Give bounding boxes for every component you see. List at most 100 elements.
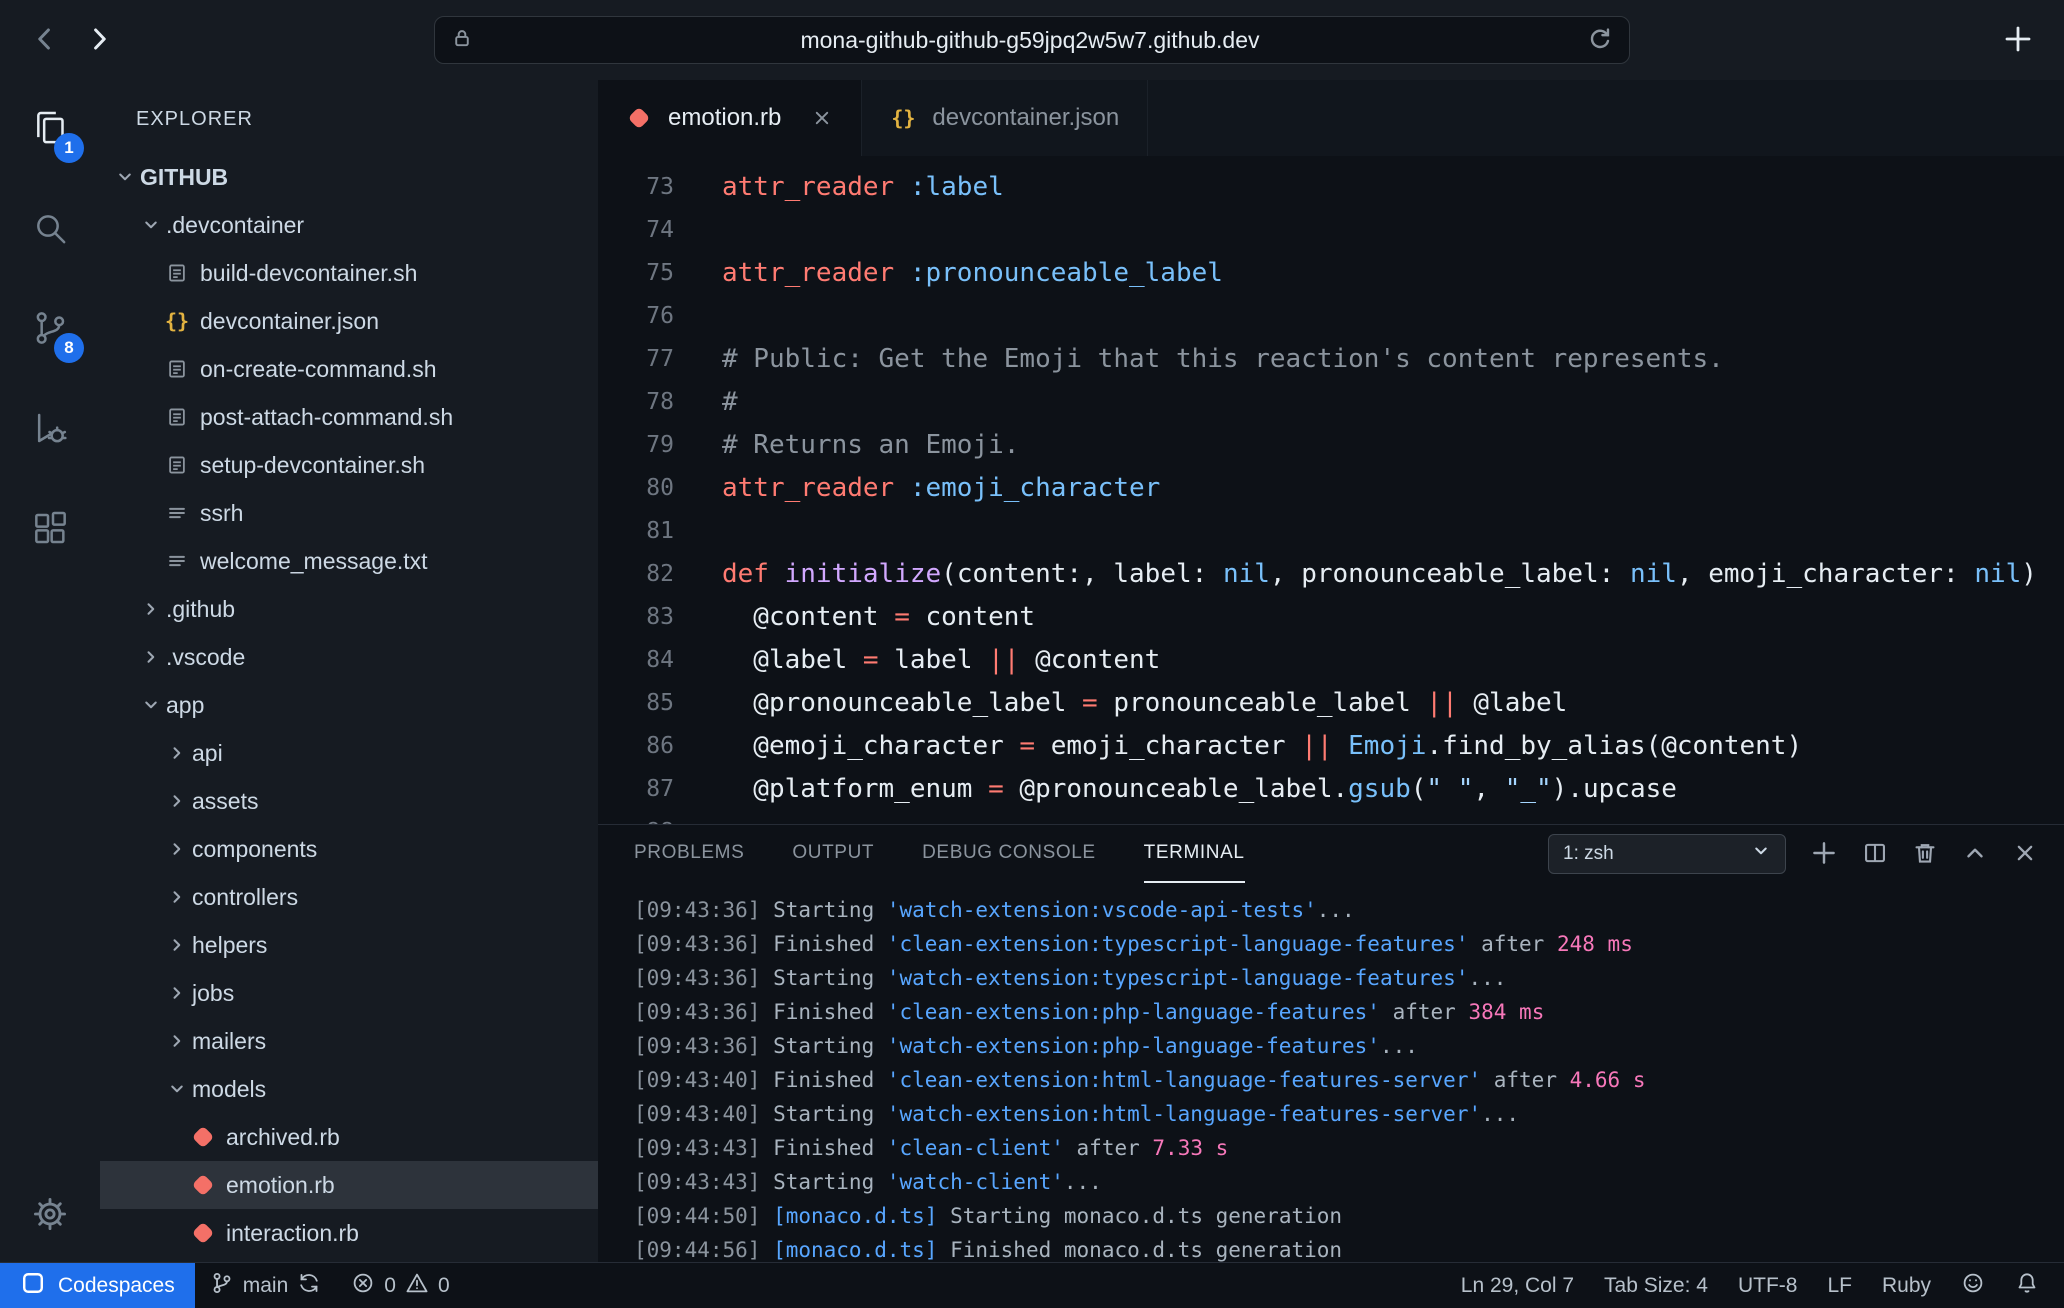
notifications-button[interactable] bbox=[2000, 1263, 2054, 1308]
tree-folder-app[interactable]: app bbox=[100, 681, 598, 729]
close-panel-button[interactable] bbox=[2012, 840, 2038, 869]
status-bar: Codespaces main 0 0 Ln 29, Col 7 Tab Siz… bbox=[0, 1262, 2064, 1308]
line-number: 87 bbox=[598, 768, 674, 811]
terminal-line: [09:43:43] Finished 'clean-client' after… bbox=[634, 1131, 2064, 1165]
code-line-73: 73attr_reader :label bbox=[598, 166, 2064, 209]
settings-button[interactable] bbox=[26, 1192, 74, 1240]
tree-item-label: jobs bbox=[192, 980, 234, 1007]
tree-folder-github[interactable]: .github bbox=[100, 585, 598, 633]
smiley-icon bbox=[1961, 1271, 1985, 1301]
panel-tab-problems[interactable]: PROBLEMS bbox=[634, 825, 744, 883]
kill-terminal-button[interactable] bbox=[1912, 840, 1938, 869]
bottom-panel: PROBLEMS OUTPUT DEBUG CONSOLE TERMINAL 1: z… bbox=[598, 824, 2064, 1262]
code-editor[interactable]: 73attr_reader :label7475attr_reader :pro… bbox=[598, 156, 2064, 824]
tree-folder-helpers[interactable]: helpers bbox=[100, 921, 598, 969]
code-lines: 73attr_reader :label7475attr_reader :pro… bbox=[598, 166, 2064, 824]
git-branch-icon bbox=[210, 1271, 234, 1301]
tree-file-ssrh[interactable]: ssrh bbox=[100, 489, 598, 537]
feedback-button[interactable] bbox=[1946, 1263, 2000, 1308]
tree-file-build-devcontainer-sh[interactable]: build-devcontainer.sh bbox=[100, 249, 598, 297]
extensions-view-button[interactable] bbox=[26, 506, 74, 554]
codespaces-indicator[interactable]: Codespaces bbox=[0, 1263, 195, 1308]
error-count: 0 bbox=[384, 1274, 396, 1298]
extensions-icon bbox=[30, 508, 70, 553]
tree-file-setup-devcontainer-sh[interactable]: setup-devcontainer.sh bbox=[100, 441, 598, 489]
tree-file-on-create-command-sh[interactable]: on-create-command.sh bbox=[100, 345, 598, 393]
split-terminal-button[interactable] bbox=[1862, 840, 1888, 869]
code-line-88: 88 bbox=[598, 811, 2064, 824]
source-control-badge: 8 bbox=[54, 333, 84, 363]
line-number: 74 bbox=[598, 209, 674, 252]
tree-item-label: helpers bbox=[192, 932, 267, 959]
chevron-right-icon bbox=[136, 599, 166, 619]
back-button[interactable] bbox=[30, 24, 60, 57]
tree-item-label: GITHUB bbox=[140, 164, 228, 191]
line-number: 81 bbox=[598, 510, 674, 553]
ruby-file-icon bbox=[188, 1225, 218, 1241]
ruby-file-icon bbox=[626, 110, 652, 126]
terminal-output[interactable]: [09:43:36] Starting 'watch-extension:vsc… bbox=[598, 883, 2064, 1262]
panel-tab-debug-console[interactable]: DEBUG CONSOLE bbox=[922, 825, 1096, 883]
indentation-indicator[interactable]: Tab Size: 4 bbox=[1589, 1263, 1723, 1308]
tree-folder-components[interactable]: components bbox=[100, 825, 598, 873]
tree-file-emotion-rb[interactable]: emotion.rb bbox=[100, 1161, 598, 1209]
tab-devcontainer-json[interactable]: {}devcontainer.json bbox=[862, 80, 1148, 156]
problems-indicator[interactable]: 0 0 bbox=[336, 1263, 464, 1308]
tree-folder-controllers[interactable]: controllers bbox=[100, 873, 598, 921]
cursor-position[interactable]: Ln 29, Col 7 bbox=[1446, 1263, 1589, 1308]
url-bar[interactable]: mona-github-github-g59jpq2w5w7.github.de… bbox=[434, 16, 1630, 64]
close-tab-button[interactable] bbox=[811, 107, 833, 129]
tree-folder-vscode[interactable]: .vscode bbox=[100, 633, 598, 681]
plus-icon bbox=[1810, 839, 1838, 870]
editor-tabs: emotion.rb{}devcontainer.json bbox=[598, 80, 2064, 156]
tree-folder-mailers[interactable]: mailers bbox=[100, 1017, 598, 1065]
branch-name: main bbox=[243, 1274, 289, 1298]
shell-select-value: 1: zsh bbox=[1563, 843, 1614, 865]
workbench: 1 8 EXPLORER GITHUB.devcontainerbuild-de… bbox=[0, 80, 2064, 1262]
codespaces-window: mona-github-github-g59jpq2w5w7.github.de… bbox=[0, 0, 2064, 1308]
tree-file-post-attach-command-sh[interactable]: post-attach-command.sh bbox=[100, 393, 598, 441]
reload-button[interactable] bbox=[1587, 26, 1613, 55]
tree-item-label: .vscode bbox=[166, 644, 245, 671]
tree-file-welcome-message-txt[interactable]: welcome_message.txt bbox=[100, 537, 598, 585]
new-tab-button[interactable] bbox=[2002, 23, 2034, 58]
search-view-button[interactable] bbox=[26, 206, 74, 254]
line-number: 83 bbox=[598, 596, 674, 639]
code-line-87: 87 @platform_enum = @pronounceable_label… bbox=[598, 768, 2064, 811]
tree-folder-github[interactable]: GITHUB bbox=[100, 153, 598, 201]
warning-icon bbox=[405, 1271, 429, 1301]
line-number: 79 bbox=[598, 424, 674, 467]
language-indicator[interactable]: Ruby bbox=[1867, 1263, 1946, 1308]
maximize-panel-button[interactable] bbox=[1962, 840, 1988, 869]
line-number: 77 bbox=[598, 338, 674, 381]
explorer-view-button[interactable]: 1 bbox=[26, 106, 74, 154]
tree-folder-models[interactable]: models bbox=[100, 1065, 598, 1113]
run-debug-view-button[interactable] bbox=[26, 406, 74, 454]
tree-folder-jobs[interactable]: jobs bbox=[100, 969, 598, 1017]
chevron-right-icon bbox=[162, 743, 192, 763]
eol-indicator[interactable]: LF bbox=[1812, 1263, 1867, 1308]
code-line-80: 80attr_reader :emoji_character bbox=[598, 467, 2064, 510]
tree-folder-api[interactable]: api bbox=[100, 729, 598, 777]
tree-file-interaction-rb[interactable]: interaction.rb bbox=[100, 1209, 598, 1257]
tree-folder-devcontainer[interactable]: .devcontainer bbox=[100, 201, 598, 249]
code-line-78: 78# bbox=[598, 381, 2064, 424]
code-line-85: 85 @pronounceable_label = pronounceable_… bbox=[598, 682, 2064, 725]
tree-folder-assets[interactable]: assets bbox=[100, 777, 598, 825]
chevron-right-icon bbox=[162, 935, 192, 955]
tree-file-devcontainer-json[interactable]: {}devcontainer.json bbox=[100, 297, 598, 345]
tree-item-label: welcome_message.txt bbox=[200, 548, 428, 575]
branch-indicator[interactable]: main bbox=[195, 1263, 337, 1308]
chevron-down-icon bbox=[1751, 841, 1771, 867]
forward-button[interactable] bbox=[84, 24, 114, 57]
panel-tab-terminal[interactable]: TERMINAL bbox=[1144, 825, 1245, 883]
panel-tab-output[interactable]: OUTPUT bbox=[792, 825, 874, 883]
code-line-74: 74 bbox=[598, 209, 2064, 252]
new-terminal-button[interactable] bbox=[1810, 839, 1838, 870]
tree-file-archived-rb[interactable]: archived.rb bbox=[100, 1113, 598, 1161]
encoding-indicator[interactable]: UTF-8 bbox=[1723, 1263, 1813, 1308]
sh-file-icon bbox=[162, 262, 192, 284]
terminal-shell-select[interactable]: 1: zsh bbox=[1548, 834, 1786, 874]
source-control-view-button[interactable]: 8 bbox=[26, 306, 74, 354]
tab-emotion-rb[interactable]: emotion.rb bbox=[598, 80, 862, 156]
